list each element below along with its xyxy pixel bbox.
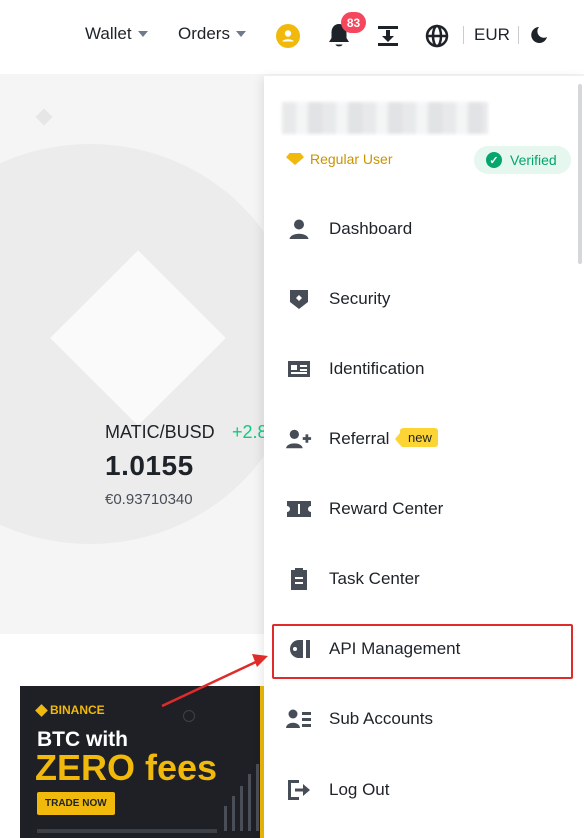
binance-logo-icon [35,703,48,717]
menu-item-identification[interactable]: Identification [264,334,584,404]
divider [463,26,464,44]
check-icon: ✓ [486,152,502,168]
menu-item-label: Identification [329,359,425,378]
verified-badge: ✓ Verified [474,146,571,174]
menu-item-sub-accounts[interactable]: Sub Accounts [264,684,584,754]
globe-icon[interactable] [425,24,449,48]
banner-headline-2: ZERO fees [35,747,218,788]
diamond-icon [286,153,304,165]
trade-now-button[interactable]: TRADE NOW [37,792,115,815]
menu-item-log-out[interactable]: Log Out [264,755,584,825]
price-change: +2.8 [232,422,268,442]
wallet-menu[interactable]: Wallet [85,24,148,44]
shield-icon [286,286,312,312]
banner-brand-text: BINANCE [50,703,105,717]
menu-item-label: Reward Center [329,499,444,518]
user-tier-label: Regular User [310,151,393,167]
banner-brand: BINANCE [35,703,105,717]
orders-label: Orders [178,24,230,43]
trading-pair[interactable]: MATIC/BUSD [105,422,215,443]
menu-item-label: Referral [329,429,390,448]
menu-item-label: Dashboard [329,219,413,238]
caret-down-icon [137,31,148,37]
account-dropdown: Regular User ✓ Verified Dashboard Securi… [264,76,584,838]
fiat-price: €0.93710340 [105,491,193,508]
ticket-icon [286,496,312,522]
decorative-diamond [35,108,53,126]
currency-selector[interactable]: EUR [474,25,510,45]
avatar-icon[interactable] [276,24,300,48]
clipboard-icon [286,566,312,592]
download-icon[interactable] [376,24,400,48]
menu-item-task-center[interactable]: Task Center [264,544,584,614]
menu-item-label: Log Out [329,780,390,799]
last-price: 1.0155 [105,450,194,481]
wallet-label: Wallet [85,24,132,43]
user-icon [286,216,312,242]
menu-item-reward-center[interactable]: Reward Center [264,474,584,544]
annotation-highlight-box [272,624,573,679]
menu-item-dashboard[interactable]: Dashboard [264,194,584,264]
user-tier: Regular User [286,151,392,167]
id-card-icon [286,356,312,382]
user-plus-icon [286,426,312,452]
users-list-icon [286,706,312,732]
new-badge: new [395,428,438,447]
crosshair-icon [183,710,195,722]
orders-menu[interactable]: Orders [178,24,246,44]
banner-disclaimer [37,829,217,833]
top-navigation-bar: Wallet Orders 83 EUR [0,0,584,74]
menu-item-label: Security [329,289,391,308]
logout-icon [286,777,312,803]
dark-mode-icon[interactable] [530,26,548,44]
caret-down-icon [235,31,246,37]
notification-count-badge: 83 [341,12,366,33]
menu-item-label: Task Center [329,569,420,588]
menu-item-security[interactable]: Security [264,264,584,334]
menu-item-label: Sub Accounts [329,709,433,728]
user-email-redacted [282,102,488,134]
verified-label: Verified [510,152,557,168]
candlestick-graphic [224,764,259,831]
menu-item-referral[interactable]: Referral new [264,404,584,474]
divider [518,26,519,44]
